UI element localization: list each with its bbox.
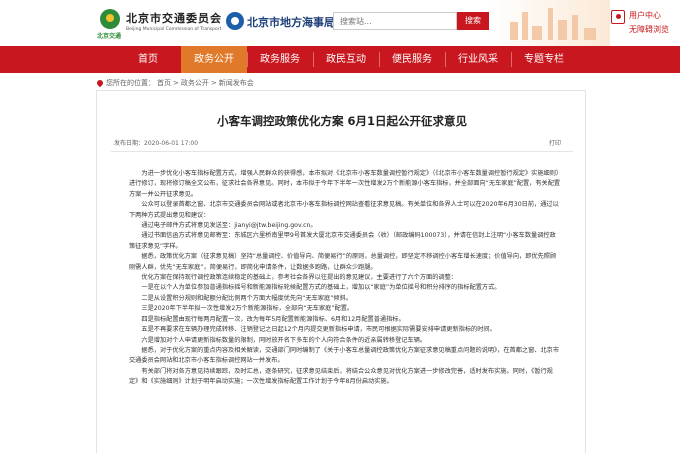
article-paragraph: 五是不再要求在车辆办理完成转移、注销登记之日起12个月内提交更新指标申请，市民可… [141,326,496,334]
breadcrumb-separator: > [210,79,217,87]
breadcrumb-label: 您所在的位置： [106,79,155,87]
user-center-link[interactable]: 用户中心 [629,10,661,21]
org-name[interactable]: 北京市交通委员会 [126,10,222,26]
breadcrumb-separator: > [173,79,179,87]
search-input[interactable] [333,12,457,30]
barrier-free-link[interactable]: 无障碍浏览 [629,24,669,35]
nav-item-services[interactable]: 政务服务 [247,46,313,73]
article-paragraph: 三是2020年下半年拟一次性增发2万个新能源指标，全部向“无车家庭”配置。 [141,305,354,313]
article-paragraph: 二是从设置积分规则和配额分配比例两个方面大幅度优先向“无车家庭”倾斜。 [141,294,352,302]
breadcrumb-home[interactable]: 首页 [157,79,171,87]
article-panel: 小客车调控政策优化方案 6月1日起公开征求意见 发布日期：2020-06-01 … [96,90,586,453]
org-name-en: Beijing Municipal Commission of Transpor… [126,27,222,32]
breadcrumb: 您所在的位置： 首页 > 政务公开 > 新闻发布会 [95,78,256,88]
article-paragraph: 通过电子邮件方式将意见发送至：jianyi@jtw.beijing.gov.cn… [141,222,317,230]
article-paragraph: 据悉，对于优化方案的重点内容及相关解读，交通部门同时编制了《关于小客车总量调控政… [129,346,560,365]
article-body: 为进一步优化小客车指标配置方式，增强人民群众的获得感，本市拟对《北京市小客车数量… [129,169,561,388]
article-paragraph: 一是在以个人为单位参加普通指标摇号和新能源指标轮候配置方式的基础上，增加以“家庭… [141,284,501,292]
article-paragraph: 据悉，政策优化方案（征求意见稿）坚持“总量调控、价值导向、简便易行”的原则，总量… [129,253,557,271]
article-paragraph: 有关部门将对各方意见持续跟踪，及时汇总，逐条研究，征求意见结束后，将结合公众意见… [129,367,553,386]
search-button[interactable]: 搜索 [457,12,489,30]
article-paragraph: 优化方案在保持现行调控政策连续稳定的基础上，参考社会各界以往提出的意见建议，主要… [141,274,457,282]
nav-item-public-services[interactable]: 便民服务 [379,46,445,73]
article-title: 小客车调控政策优化方案 6月1日起公开征求意见 [216,114,467,128]
nav-item-home[interactable]: 首页 [115,46,181,73]
site-header: 北京交通 北京市交通委员会 Beijing Municipal Commissi… [0,0,680,46]
main-nav: 首页 政务公开 政务服务 政民互动 便民服务 行业风采 专题专栏 [0,46,680,73]
article-paragraph: 通过书面信函方式将意见邮寄至：东城区六里桥南里甲9号首发大厦北京市交通委员会（收… [129,232,556,250]
article-paragraph: 四是指标配置由现行每两月配置一次，改为每年5月配置新能源指标、6月和12月配置普… [141,315,405,323]
publish-date: 发布日期：2020-06-01 17:00 [114,140,199,147]
article-paragraph: 公众可以登录首都之窗、北京市交通委员会网站或者北京市小客车指标调控网站查看征求意… [129,201,559,219]
maritime-logo-icon[interactable] [226,12,244,30]
nav-item-interaction[interactable]: 政民互动 [313,46,379,73]
breadcrumb-government-affairs[interactable]: 政务公开 [181,79,209,87]
title-divider [111,151,573,152]
page: 北京交通 北京市交通委员会 Beijing Municipal Commissi… [0,0,680,453]
transport-logo-icon[interactable] [100,9,120,29]
article-paragraph: 为进一步优化小客车指标配置方式，增强人民群众的获得感，本市拟对《北京市小客车数量… [129,170,561,198]
org-name-maritime[interactable]: 北京市地方海事局 [247,14,335,30]
location-pin-icon [95,78,105,88]
article-paragraph: 六是增加对个人申请更新指标数量的限制，同时放开名下多车的个人向符合条件的近亲属转… [141,336,427,344]
print-link[interactable]: 打印 [549,138,561,147]
logo-caption: 北京交通 [97,33,122,40]
nav-item-topics[interactable]: 专题专栏 [511,46,577,73]
breadcrumb-press-release[interactable]: 新闻发布会 [219,79,254,87]
nav-item-industry[interactable]: 行业风采 [445,46,511,73]
header-skyline-decoration [490,0,610,46]
nav-item-government-affairs[interactable]: 政务公开 [181,46,247,73]
user-icon[interactable] [611,10,625,24]
